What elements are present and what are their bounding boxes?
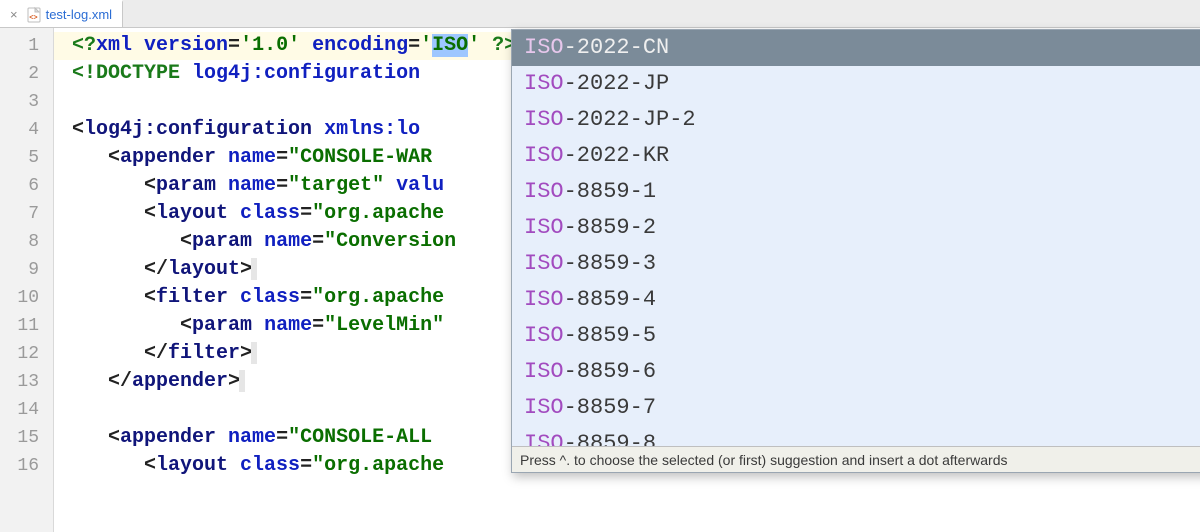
completion-popup[interactable]: ISO-2022-CNISO-2022-JPISO-2022-JP-2ISO-2… bbox=[511, 29, 1200, 473]
xml-file-icon: <> bbox=[26, 7, 42, 23]
line-number: 11 bbox=[0, 312, 53, 340]
completion-item[interactable]: ISO-8859-1 bbox=[512, 174, 1200, 210]
completion-item[interactable]: ISO-8859-4 bbox=[512, 282, 1200, 318]
editor-tabbar: × <> test-log.xml bbox=[0, 0, 1200, 28]
line-number-gutter: 12345678910111213141516 bbox=[0, 28, 54, 532]
completion-item[interactable]: ISO-8859-6 bbox=[512, 354, 1200, 390]
completion-item[interactable]: ISO-8859-2 bbox=[512, 210, 1200, 246]
line-number: 10 bbox=[0, 284, 53, 312]
line-number: 13 bbox=[0, 368, 53, 396]
line-number: 4 bbox=[0, 116, 53, 144]
file-tab[interactable]: × <> test-log.xml bbox=[0, 0, 123, 27]
line-number: 6 bbox=[0, 172, 53, 200]
line-number: 2 bbox=[0, 60, 53, 88]
completion-item[interactable]: ISO-2022-CN bbox=[512, 30, 1200, 66]
line-number: 5 bbox=[0, 144, 53, 172]
line-number: 8 bbox=[0, 228, 53, 256]
line-number: 12 bbox=[0, 340, 53, 368]
completion-item[interactable]: ISO-2022-JP-2 bbox=[512, 102, 1200, 138]
line-number: 7 bbox=[0, 200, 53, 228]
line-number: 3 bbox=[0, 88, 53, 116]
completion-item[interactable]: ISO-8859-3 bbox=[512, 246, 1200, 282]
completion-item[interactable]: ISO-8859-8 bbox=[512, 426, 1200, 446]
code-editor[interactable]: 12345678910111213141516 <?xml version='1… bbox=[0, 28, 1200, 532]
svg-text:<>: <> bbox=[29, 14, 37, 22]
line-number: 1 bbox=[0, 32, 53, 60]
line-number: 9 bbox=[0, 256, 53, 284]
line-number: 14 bbox=[0, 396, 53, 424]
close-icon[interactable]: × bbox=[6, 7, 22, 22]
completion-item[interactable]: ISO-2022-JP bbox=[512, 66, 1200, 102]
completion-hint-text: Press ^. to choose the selected (or firs… bbox=[520, 452, 1007, 468]
file-tab-label: test-log.xml bbox=[46, 7, 112, 22]
completion-item[interactable]: ISO-2022-KR bbox=[512, 138, 1200, 174]
completion-item[interactable]: ISO-8859-5 bbox=[512, 318, 1200, 354]
completion-hintbar: Press ^. to choose the selected (or firs… bbox=[512, 446, 1200, 472]
line-number: 16 bbox=[0, 452, 53, 480]
completion-item[interactable]: ISO-8859-7 bbox=[512, 390, 1200, 426]
code-area[interactable]: <?xml version='1.0' encoding='ISO' ?><!D… bbox=[54, 28, 1200, 532]
line-number: 15 bbox=[0, 424, 53, 452]
